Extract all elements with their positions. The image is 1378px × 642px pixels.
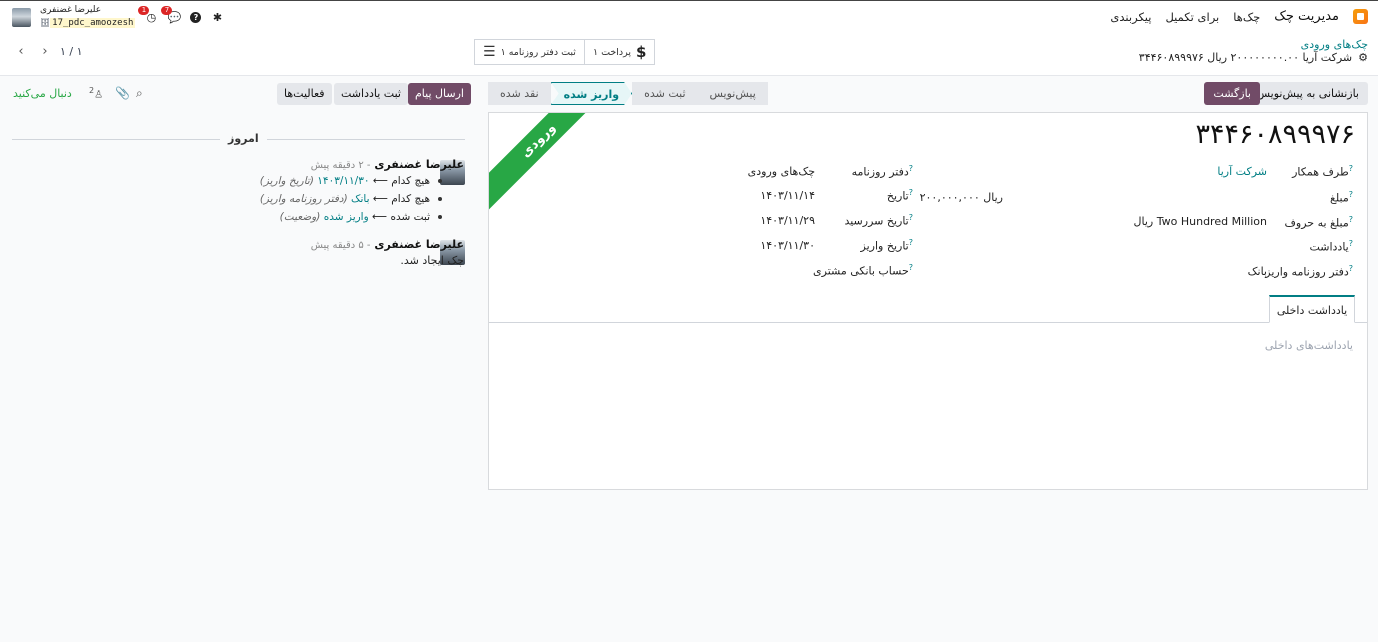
message-header: علیرضا غضنفری - ۵ دقیقه پیش xyxy=(311,238,464,251)
menu-item-to-complete[interactable]: برای تکمیل xyxy=(1165,10,1219,24)
message-time: - ۵ دقیقه پیش xyxy=(310,240,371,251)
menu-item-checks[interactable]: چک‌ها xyxy=(1233,10,1260,24)
message-time: - ۲ دقیقه پیش xyxy=(310,160,371,171)
status-stage-draft[interactable]: پیش‌نویس xyxy=(697,82,768,105)
menu-item-configuration[interactable]: پیکربندی xyxy=(1110,10,1151,24)
user-avatar[interactable] xyxy=(12,7,31,27)
date-label: تاریخ? xyxy=(886,188,913,203)
help-tooltip-icon: ? xyxy=(1348,215,1353,224)
status-stage-deposited[interactable]: واریز شده xyxy=(551,82,632,105)
amount-in-words-field: Two Hundred Million ریال xyxy=(1133,215,1267,228)
followers-user-icon: ♙ xyxy=(94,89,104,101)
activity-badge: 1 xyxy=(138,5,150,15)
tab-divider xyxy=(489,322,1367,323)
help-icon[interactable]: ? xyxy=(190,11,202,23)
tracking-value-row: هیچ کدام ⟵ بانک (دفتر روزنامه واریز) xyxy=(260,193,442,205)
due-date-label: تاریخ سررسید? xyxy=(844,213,913,228)
bullet xyxy=(438,197,442,201)
following-button[interactable]: دنبال می‌کنید xyxy=(13,87,72,100)
database-name: 17_pdc_amoozesh xyxy=(50,18,136,28)
deposit-journal-field[interactable]: بانک xyxy=(1248,265,1267,278)
dollar-icon: $ xyxy=(636,43,647,61)
help-tooltip-icon: ? xyxy=(908,188,913,197)
journal-entries-button[interactable]: ☰ ۱ ثبت دفتر روزنامه xyxy=(475,40,584,64)
message-author[interactable]: علیرضا غضنفری xyxy=(374,158,464,171)
payments-button[interactable]: ۱ پرداخت $ xyxy=(583,40,655,64)
pager: ‹ › ۱ / ۱ xyxy=(12,42,83,60)
main-menu: مدیریت چک چک‌ها برای تکمیل پیکربندی xyxy=(1110,9,1368,24)
date-separator-label: امروز xyxy=(220,132,267,145)
help-tooltip-icon: ? xyxy=(908,164,913,173)
message-author[interactable]: علیرضا غضنفری xyxy=(374,238,464,251)
partner-label: طرف همکار? xyxy=(1292,164,1353,179)
due-date-field[interactable]: ۱۴۰۳/۱۱/۲۹ xyxy=(760,214,815,227)
help-tooltip-icon: ? xyxy=(908,213,913,222)
log-note-button[interactable]: ثبت یادداشت xyxy=(334,83,408,105)
breadcrumb-current: ۳۴۴۶۰۸۹۹۹۷۶ شرکت آریا ۲۰۰۰۰۰۰۰۰.۰۰ ریال … xyxy=(1139,51,1368,64)
journal-field[interactable]: چک‌های ورودی xyxy=(748,165,815,178)
debug-bug-icon[interactable]: ✱ xyxy=(210,11,224,24)
gear-icon[interactable]: ⚙ xyxy=(1358,51,1368,64)
help-tooltip-icon: ? xyxy=(1348,264,1353,273)
customer-bank-account-label: حساب بانکی مشتری? xyxy=(813,263,913,278)
database-icon: 🗄 xyxy=(40,18,51,27)
help-tooltip-icon: ? xyxy=(908,238,913,247)
send-message-button[interactable]: ارسال پیام xyxy=(408,83,471,105)
app-logo-icon[interactable] xyxy=(1353,9,1368,24)
memo-label: یادداشت? xyxy=(1309,239,1353,254)
ribbon: ورودی xyxy=(489,113,619,221)
date-field[interactable]: ۱۴۰۳/۱۱/۱۴ xyxy=(760,189,815,202)
control-panel: چک‌های ورودی ۳۴۴۶۰۸۹۹۹۷۶ شرکت آریا ۲۰۰۰۰… xyxy=(0,33,1378,76)
list-icon: ☰ xyxy=(483,44,496,60)
tracking-value-row: ثبت شده ⟵ واریز شده (وضعیت) xyxy=(280,211,442,223)
help-tooltip-icon: ? xyxy=(1348,164,1353,173)
internal-notes-input[interactable]: یادداشت‌های داخلی xyxy=(1265,339,1353,352)
amount-field[interactable]: ۲۰۰,۰۰۰,۰۰۰ ریال xyxy=(920,191,1003,204)
pager-previous-button[interactable]: ‹ xyxy=(12,42,30,60)
form-sheet: ورودی ۳۴۴۶۰۸۹۹۹۷۶ طرف همکار? شرکت آریا م… xyxy=(488,112,1368,490)
ribbon-label: ورودی xyxy=(489,113,619,221)
journal-entries-label: ۱ ثبت دفتر روزنامه xyxy=(500,46,576,58)
breadcrumb-parent[interactable]: چک‌های ورودی xyxy=(1301,38,1368,51)
messages-badge: 7 xyxy=(161,5,173,15)
top-navbar: مدیریت چک چک‌ها برای تکمیل پیکربندی علیر… xyxy=(0,0,1378,33)
breadcrumb-current-label: ۳۴۴۶۰۸۹۹۹۷۶ شرکت آریا ۲۰۰۰۰۰۰۰۰.۰۰ ریال xyxy=(1138,51,1353,64)
bullet xyxy=(438,215,442,219)
amount-in-words-label: مبلغ به حروف? xyxy=(1284,215,1354,230)
payment-label: ۱ پرداخت xyxy=(592,46,632,58)
bullet xyxy=(438,179,442,183)
record-title: ۳۴۴۶۰۸۹۹۹۷۶ xyxy=(1195,119,1355,150)
status-bar: پیش‌نویس ثبت شده واریز شده نقد شده xyxy=(488,82,768,105)
tab-internal-note[interactable]: یادداشت داخلی xyxy=(1269,295,1355,323)
status-stage-cashed[interactable]: نقد شده xyxy=(488,82,551,105)
app-title[interactable]: مدیریت چک xyxy=(1274,9,1339,24)
messages-chat-icon[interactable]: 💬 7 xyxy=(161,5,181,24)
followers-button[interactable]: 2♙ xyxy=(89,86,103,100)
deposit-date-field[interactable]: ۱۴۰۳/۱۱/۳۰ xyxy=(760,239,815,252)
back-button[interactable]: بازگشت xyxy=(1204,82,1260,105)
deposit-date-label: تاریخ واریز? xyxy=(860,238,913,253)
activity-clock-icon[interactable]: ◷ 1 xyxy=(138,5,158,24)
help-tooltip-icon: ? xyxy=(1348,190,1353,199)
message-header: علیرضا غضنفری - ۲ دقیقه پیش xyxy=(311,158,464,171)
pager-next-button[interactable]: › xyxy=(36,42,54,60)
reset-to-draft-button[interactable]: بازنشانی به پیش‌نویس xyxy=(1247,82,1368,105)
smart-buttons: ☰ ۱ ثبت دفتر روزنامه ۱ پرداخت $ xyxy=(474,39,656,65)
tracking-value-row: هیچ کدام ⟵ ۱۴۰۳/۱۱/۳۰ (تاریخ واریز) xyxy=(260,175,442,187)
attachment-paperclip-icon[interactable]: 📎 xyxy=(115,86,130,100)
help-tooltip-icon: ? xyxy=(1348,239,1353,248)
pager-value[interactable]: ۱ / ۱ xyxy=(60,45,83,58)
status-stage-posted[interactable]: ثبت شده xyxy=(632,82,698,105)
message-body: چک ایجاد شد. xyxy=(400,254,464,267)
user-name: علیرضا غضنفری xyxy=(40,5,102,15)
journal-label: دفتر روزنامه? xyxy=(851,164,913,179)
user-menu[interactable]: علیرضا غضنفری 🗄 17_pdc_amoozesh xyxy=(40,5,136,29)
search-icon[interactable]: ⌕ xyxy=(136,86,143,101)
activities-button[interactable]: فعالیت‌ها xyxy=(277,83,332,105)
help-tooltip-icon: ? xyxy=(908,263,913,272)
deposit-journal-label: دفتر روزنامه واریز? xyxy=(1265,264,1353,279)
systray: علیرضا غضنفری 🗄 17_pdc_amoozesh ◷ 1 💬 7 ? ✱ xyxy=(12,5,224,29)
amount-label: مبلغ? xyxy=(1330,190,1353,205)
partner-field[interactable]: شرکت آریا xyxy=(1217,165,1267,178)
